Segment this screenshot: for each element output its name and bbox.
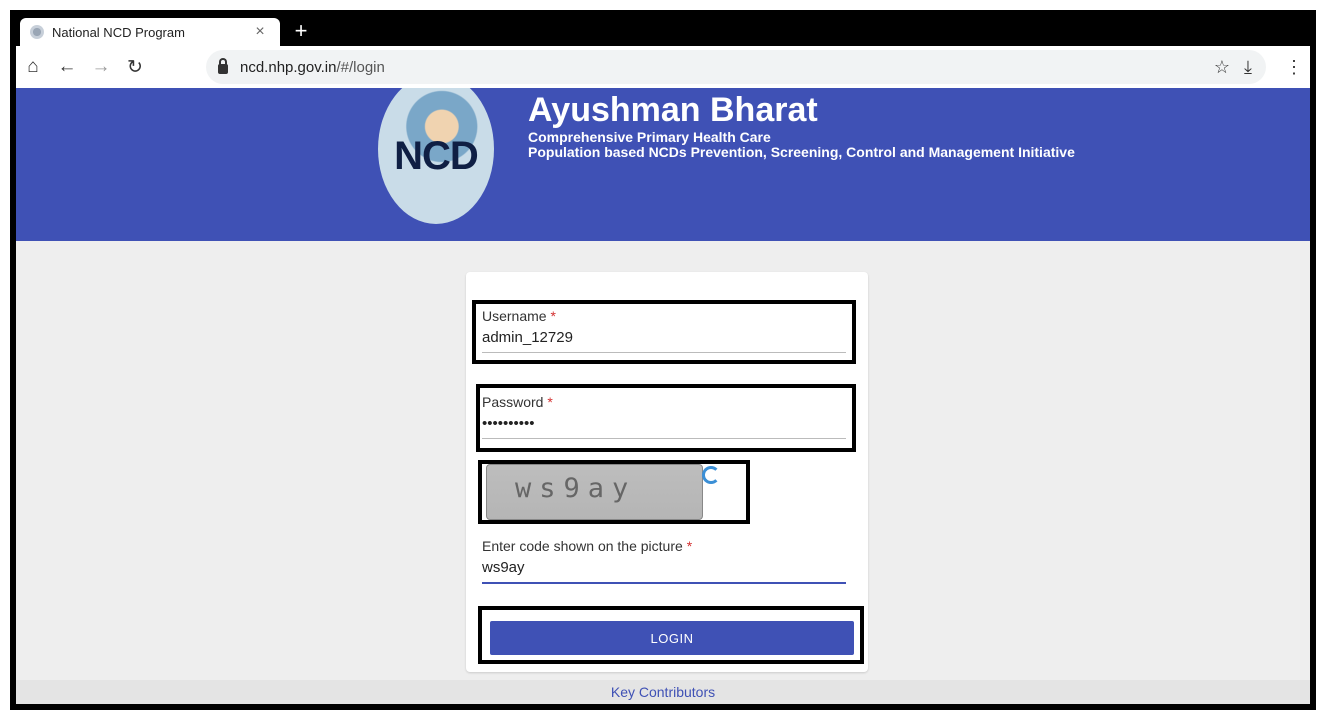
site-favicon-icon: [30, 25, 44, 39]
password-label: Password *: [482, 394, 553, 410]
brand-block: Ayushman Bharat Comprehensive Primary He…: [528, 90, 1075, 160]
address-bar[interactable]: ncd.nhp.gov.in/#/login ☆ ⤓: [206, 50, 1266, 84]
site-subtitle: Comprehensive Primary Health Care: [528, 129, 771, 145]
captcha-refresh-icon[interactable]: [702, 466, 720, 484]
captcha-code-input[interactable]: [482, 554, 846, 584]
captcha-image: ws9ay: [486, 464, 703, 520]
screenshot-frame: National NCD Program × + ⌂ ← → ↻ ncd.nhp…: [10, 10, 1316, 710]
tab-strip: National NCD Program × +: [16, 16, 1310, 46]
url-path: /#/login: [336, 58, 385, 76]
url-text: ncd.nhp.gov.in/#/login: [240, 59, 385, 76]
forward-arrow-icon[interactable]: →: [84, 50, 118, 84]
site-title: Ayushman Bharat: [528, 91, 818, 129]
url-host: ncd.nhp.gov.in: [240, 58, 337, 76]
site-tagline: Population based NCDs Prevention, Screen…: [528, 144, 1075, 160]
captcha-code-field: Enter code shown on the picture *: [482, 538, 846, 584]
bookmark-star-icon[interactable]: ☆: [1214, 57, 1230, 78]
close-tab-icon[interactable]: ×: [250, 23, 270, 41]
password-field: Password *: [482, 394, 846, 439]
page-footer: Key Contributors: [16, 680, 1310, 704]
site-header: NCD Ayushman Bharat Comprehensive Primar…: [16, 88, 1310, 241]
browser-toolbar: ⌂ ← → ↻ ncd.nhp.gov.in/#/login ☆ ⤓ ⋮: [16, 46, 1310, 88]
username-field: Username *: [482, 308, 846, 353]
login-card: Username * Password * ws9ay Enter code s…: [466, 272, 868, 672]
tab-title: National NCD Program: [52, 24, 185, 40]
download-icon[interactable]: ⤓: [1244, 57, 1252, 78]
username-input[interactable]: [482, 324, 846, 353]
back-arrow-icon[interactable]: ←: [50, 50, 84, 84]
browser-tab[interactable]: National NCD Program ×: [20, 18, 280, 46]
new-tab-button[interactable]: +: [288, 18, 314, 44]
home-icon[interactable]: ⌂: [16, 50, 50, 84]
reload-icon[interactable]: ↻: [118, 50, 152, 84]
web-page: NCD Ayushman Bharat Comprehensive Primar…: [16, 88, 1310, 704]
ncd-logo: NCD: [378, 88, 494, 224]
captcha-code-label: Enter code shown on the picture *: [482, 538, 693, 554]
login-button[interactable]: LOGIN: [490, 621, 854, 655]
lock-icon: [218, 58, 228, 74]
key-contributors-link[interactable]: Key Contributors: [611, 684, 715, 700]
password-input[interactable]: [482, 410, 846, 439]
menu-kebab-icon[interactable]: ⋮: [1282, 50, 1306, 84]
logo-text: NCD: [394, 134, 479, 178]
username-label: Username *: [482, 308, 556, 324]
captcha-text: ws9ay: [515, 473, 637, 504]
